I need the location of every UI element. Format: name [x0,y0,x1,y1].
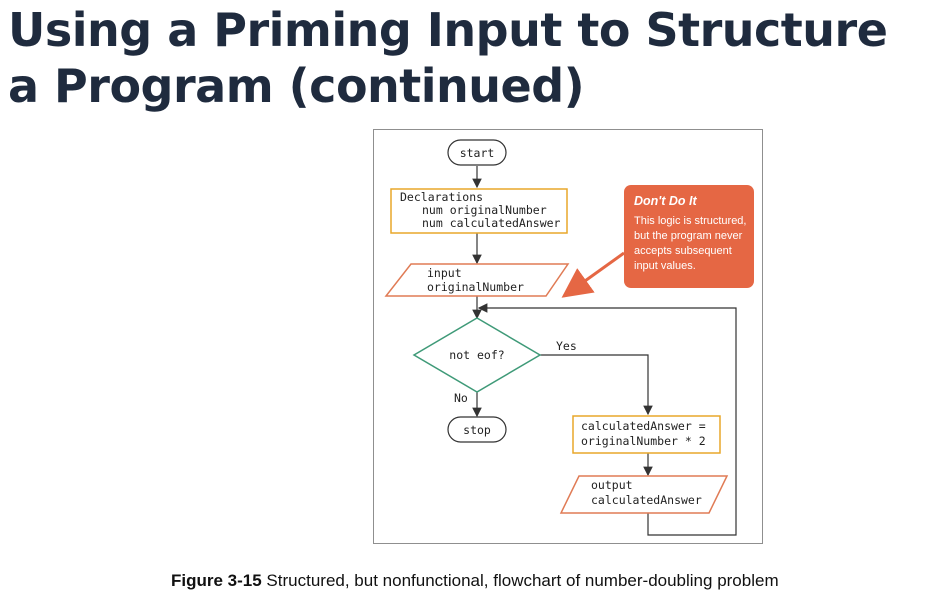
callout-title: Don't Do It [634,194,698,208]
callout-arrow [561,251,625,298]
start-terminal: start [447,139,507,166]
slide-title: Using a Priming Input to Structure a Pro… [8,3,888,113]
input-parallelogram: input originalNumber [384,263,570,297]
output-keyword: output [591,478,633,492]
stop-label: stop [463,423,491,437]
calculation-process-box: calculatedAnswer = originalNumber * 2 [572,415,721,454]
yes-label: Yes [556,339,577,353]
figure-number: Figure 3-15 [171,571,262,590]
decision-label: not eof? [449,348,504,362]
start-label: start [460,146,495,160]
input-keyword: input [427,266,462,280]
process-line-2: originalNumber * 2 [581,434,706,448]
stop-terminal: stop [447,416,507,443]
declaration-original-number: num originalNumber [422,203,547,217]
output-parallelogram: output calculatedAnswer [559,475,729,514]
figure-caption: Figure 3-15 Structured, but nonfunctiona… [171,571,779,591]
decision-diamond: not eof? [412,317,542,393]
callout-line-1: This logic is structured, [634,215,746,227]
flowchart-svg: start Declarations num originalNumber nu… [384,139,754,536]
process-line-1: calculatedAnswer = [581,419,706,433]
output-variable: calculatedAnswer [591,493,702,507]
declarations-box: Declarations num originalNumber num calc… [390,188,568,234]
no-label: No [454,391,468,405]
dont-do-it-callout: Don't Do It This logic is structured, bu… [561,185,754,298]
declaration-calculated-answer: num calculatedAnswer [422,216,561,230]
flowchart-figure: start Declarations num originalNumber nu… [373,129,763,544]
input-variable: originalNumber [427,280,524,294]
callout-line-2: but the program never [634,230,743,242]
figure-caption-text: Structured, but nonfunctional, flowchart… [261,571,779,590]
callout-line-3: accepts subsequent [634,245,732,257]
callout-line-4: input values. [634,260,696,272]
declarations-title: Declarations [400,190,483,204]
